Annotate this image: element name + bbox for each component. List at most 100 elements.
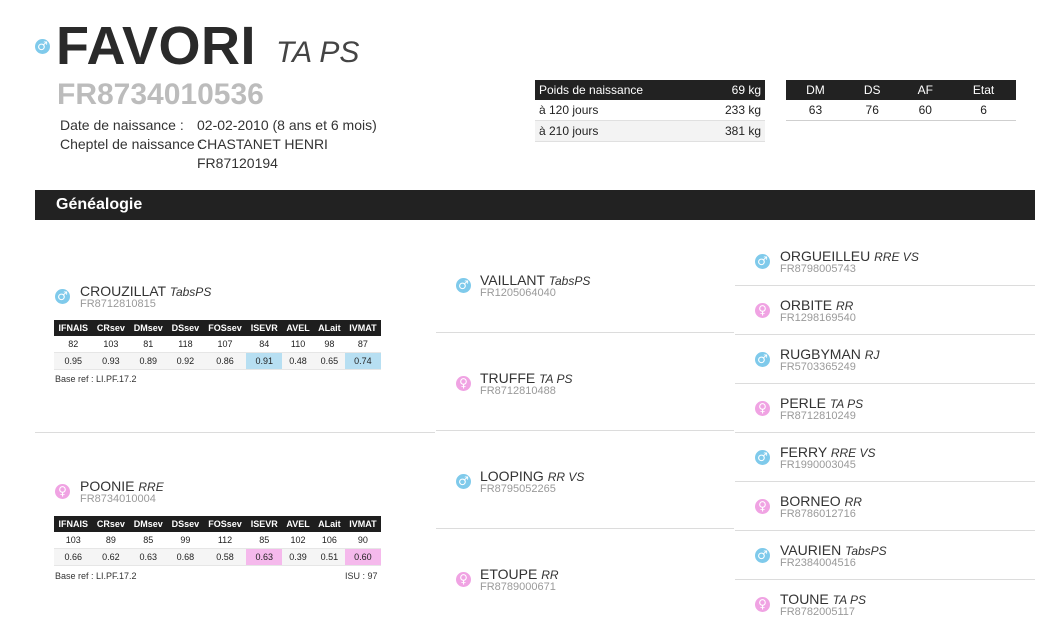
sire-id: FR8712810815	[80, 298, 156, 310]
great-grandparent-name-text: FERRY	[780, 444, 827, 460]
index-header: DMsev	[129, 516, 168, 532]
great-grandparent-name[interactable]: VAURIEN TabsPS	[780, 542, 887, 558]
dam-index-table: IFNAIS CRsev DMsev DSsev FOSsev ISEVR AVEL ALai…	[54, 516, 381, 566]
great-grandparent-qualification: RRE VS	[830, 446, 876, 460]
index-value: 85	[129, 532, 168, 549]
notes-header: DM	[786, 80, 845, 100]
female-sex-icon: ♀	[55, 484, 70, 499]
great-grandparent-id: FR8786012716	[780, 508, 856, 520]
index-reliability: 0.89	[129, 352, 168, 370]
great-grandparent-id: FR1990003045	[780, 459, 856, 471]
index-header: DSsev	[167, 320, 204, 336]
great-grandparent-name[interactable]: RUGBYMAN RJ	[780, 346, 879, 362]
notes-header: AF	[899, 80, 952, 100]
section-title: Généalogie	[56, 196, 143, 213]
index-header: DMsev	[129, 320, 168, 336]
sire-name-text: CROUZILLAT	[80, 283, 166, 299]
great-grandparent-name-text: BORNEO	[780, 493, 841, 509]
index-reliability: 0.92	[167, 352, 204, 370]
index-value: 99	[167, 532, 204, 549]
great-grandparent-name[interactable]: ORBITE RR	[780, 297, 853, 313]
weights-row-label: à 120 jours	[535, 100, 701, 121]
genealogy-section-header: Généalogie	[35, 190, 1035, 220]
index-header: IVMAT	[344, 320, 381, 336]
great-grandparent-qualification: RJ	[864, 348, 880, 362]
index-value: 85	[246, 532, 283, 549]
cheptel-label: Cheptel de naissance :	[60, 136, 203, 152]
notes-value: 6	[951, 100, 1016, 121]
index-value: 103	[92, 336, 130, 353]
male-sex-icon: ♂	[456, 474, 471, 489]
index-header: ISEVR	[246, 516, 283, 532]
notes-value: 76	[844, 100, 900, 121]
female-sex-icon: ♀	[755, 597, 770, 612]
index-reliability: 0.68	[167, 548, 204, 566]
grandparent-name-text: VAILLANT	[480, 272, 545, 288]
index-value: 90	[344, 532, 381, 549]
grandparent-qualification: TA PS	[539, 372, 573, 386]
grandparent-name[interactable]: ETOUPE RR	[480, 566, 559, 582]
great-grandparent-name-text: TOUNE	[780, 591, 829, 607]
great-grandparent-name[interactable]: TOUNE TA PS	[780, 591, 866, 607]
grandparent-name[interactable]: VAILLANT TabsPS	[480, 272, 590, 288]
index-value: 82	[54, 336, 93, 353]
index-header: IFNAIS	[54, 516, 93, 532]
grandparent-qualification: RR	[541, 568, 559, 582]
great-grandparent-id: FR5703365249	[780, 361, 856, 373]
grandparent-name[interactable]: LOOPING RR VS	[480, 468, 584, 484]
weights-row-value: 381 kg	[700, 120, 765, 142]
male-sex-icon: ♂	[35, 39, 50, 54]
divider	[735, 383, 1035, 384]
great-grandparent-name-text: ORBITE	[780, 297, 833, 313]
index-header: ALait	[313, 516, 345, 532]
birth-date-value: 02-02-2010 (8 ans et 6 mois)	[197, 117, 377, 133]
great-grandparent-name-text: PERLE	[780, 395, 826, 411]
male-sex-icon: ♂	[755, 548, 770, 563]
divider	[735, 579, 1035, 580]
index-header: FOSsev	[203, 516, 247, 532]
great-grandparent-name[interactable]: FERRY RRE VS	[780, 444, 876, 460]
great-grandparent-qualification: RR	[836, 299, 854, 313]
male-sex-icon: ♂	[755, 450, 770, 465]
great-grandparent-name[interactable]: BORNEO RR	[780, 493, 862, 509]
divider	[35, 432, 435, 433]
index-value: 106	[313, 532, 345, 549]
great-grandparent-id: FR8782005117	[780, 606, 856, 618]
dam-isu: ISU : 97	[345, 571, 378, 581]
notes-header: Etat	[951, 80, 1016, 100]
index-value: 87	[344, 336, 381, 353]
divider	[436, 332, 734, 333]
divider	[436, 528, 734, 529]
index-reliability: 0.93	[92, 352, 130, 370]
index-reliability: 0.86	[203, 352, 247, 370]
grandparent-name[interactable]: TRUFFE TA PS	[480, 370, 572, 386]
great-grandparent-name[interactable]: PERLE TA PS	[780, 395, 863, 411]
weights-table: Poids de naissance 69 kg à 120 jours 233…	[535, 80, 765, 142]
index-reliability: 0.63	[246, 548, 283, 566]
index-header: FOSsev	[203, 320, 247, 336]
great-grandparent-name-text: ORGUEILLEU	[780, 248, 871, 264]
great-grandparent-id: FR2384004516	[780, 557, 856, 569]
index-reliability: 0.39	[282, 548, 314, 566]
index-reliability: 0.62	[92, 548, 130, 566]
index-reliability: 0.51	[313, 548, 345, 566]
great-grandparent-name[interactable]: ORGUEILLEU RRE VS	[780, 248, 919, 264]
notes-value: 63	[786, 100, 845, 121]
weights-row-value: 233 kg	[700, 100, 765, 121]
divider	[735, 481, 1035, 482]
sire-name[interactable]: CROUZILLAT TabsPS	[80, 283, 211, 299]
male-sex-icon: ♂	[456, 278, 471, 293]
index-value: 102	[282, 532, 314, 549]
great-grandparent-qualification: TA PS	[829, 397, 864, 411]
male-sex-icon: ♂	[55, 289, 70, 304]
index-reliability: 0.95	[54, 352, 93, 370]
dam-name[interactable]: POONIE RRE	[80, 478, 164, 494]
index-reliability: 0.60	[344, 548, 381, 566]
great-grandparent-id: FR8798005743	[780, 263, 856, 275]
weights-row-label: à 210 jours	[535, 120, 701, 142]
index-header: ALait	[313, 320, 345, 336]
index-reliability: 0.74	[344, 352, 381, 370]
cheptel-name: CHASTANET HENRI	[197, 136, 328, 152]
great-grandparent-qualification: RR	[844, 495, 862, 509]
great-grandparent-qualification: TA PS	[832, 593, 866, 607]
